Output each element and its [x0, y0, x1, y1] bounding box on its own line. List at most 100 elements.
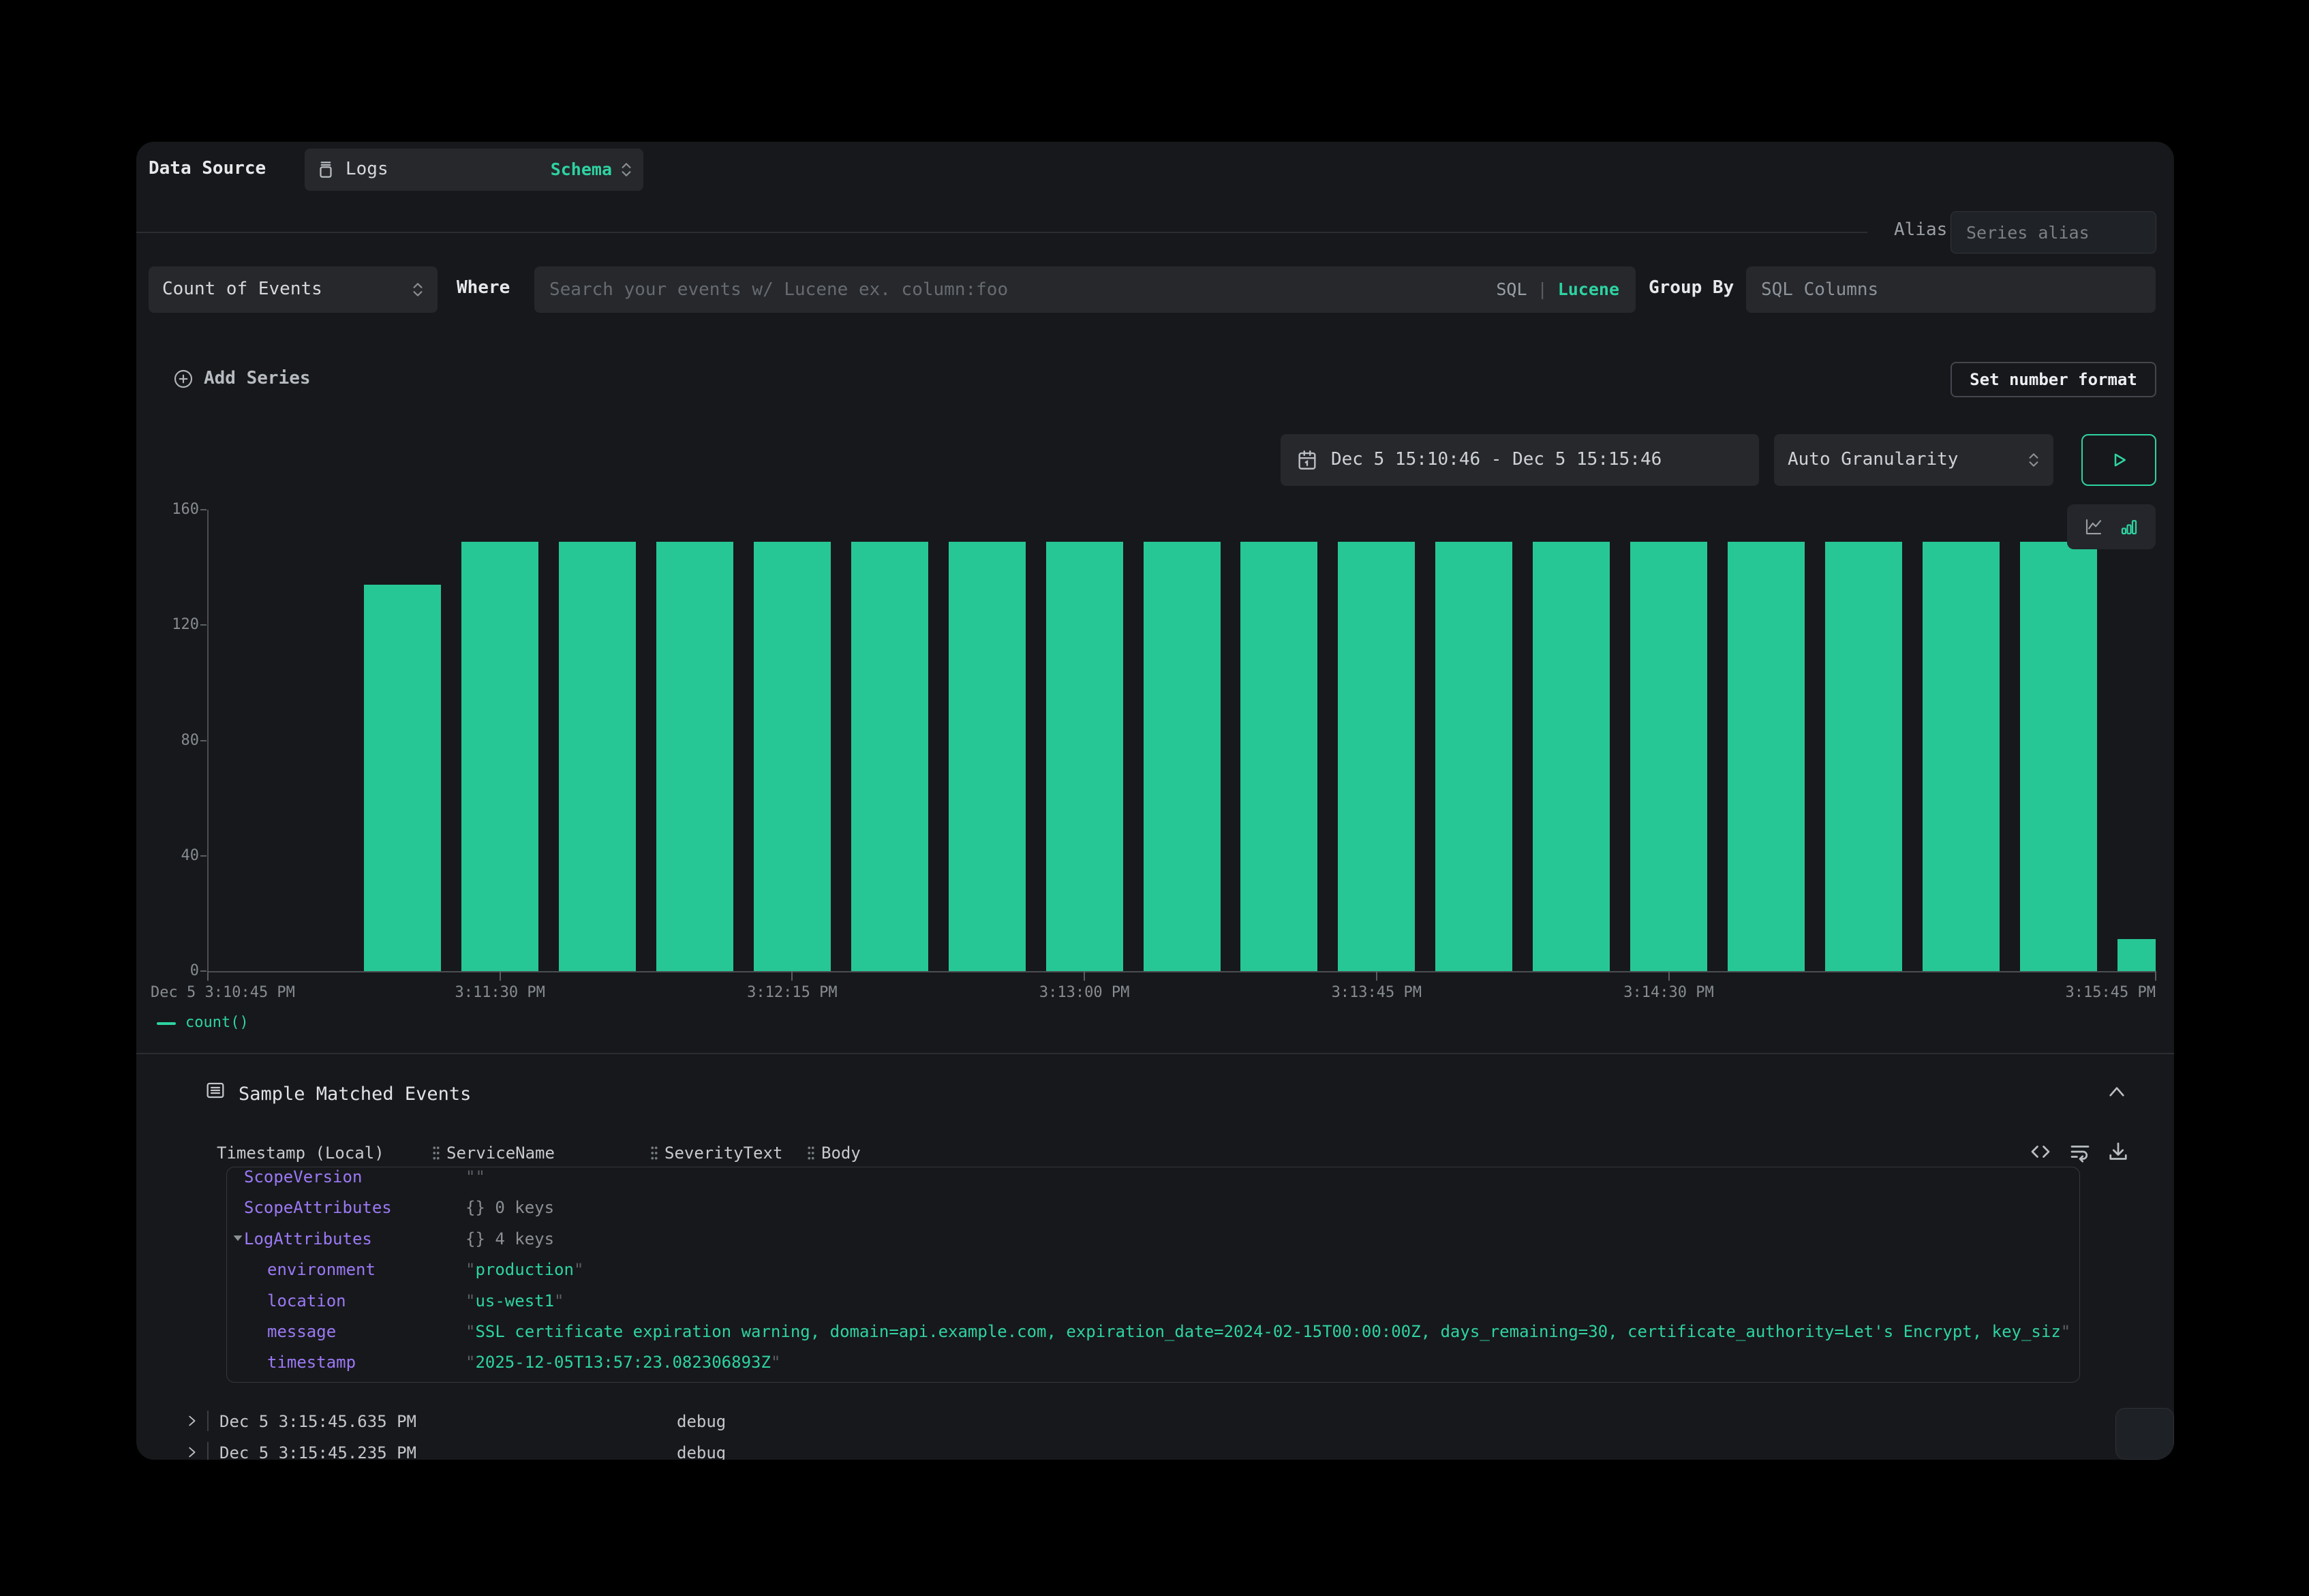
chart-bar: [754, 542, 831, 971]
chart-bar: [1240, 542, 1317, 971]
scrollbar-corner[interactable]: [2115, 1408, 2174, 1460]
y-axis-tick: [200, 509, 207, 510]
detail-field-row[interactable]: message "SSL certificate expiration warni…: [227, 1321, 2079, 1344]
alias-input[interactable]: [1951, 211, 2156, 254]
chart-bar: [1338, 542, 1415, 971]
detail-field-row[interactable]: ScopeVersion"": [227, 1167, 2079, 1189]
drag-handle-icon[interactable]: [431, 1145, 441, 1161]
granularity-select[interactable]: Auto Granularity: [1774, 434, 2053, 486]
column-header-body[interactable]: Body: [806, 1144, 861, 1163]
chart-bar: [656, 542, 733, 971]
column-header-servicename[interactable]: ServiceName: [431, 1144, 555, 1163]
run-query-button[interactable]: [2081, 434, 2156, 486]
group-by-input[interactable]: [1746, 266, 2156, 313]
detail-field-value: "SSL certificate expiration warning, dom…: [465, 1322, 2070, 1341]
x-axis-tick-label: 3:14:30 PM: [1526, 984, 1812, 1001]
chart-bar: [1923, 542, 2000, 971]
where-label: Where: [457, 277, 510, 298]
column-header-severitytext[interactable]: SeverityText: [649, 1144, 782, 1163]
add-series-button[interactable]: Add Series: [172, 368, 311, 390]
y-axis-tick: [200, 855, 207, 857]
add-series-label: Add Series: [204, 368, 311, 389]
detail-field-value: "2025-12-05T13:57:23.082306893Z": [465, 1353, 780, 1372]
detail-field-row[interactable]: environment"production": [227, 1259, 2079, 1282]
column-header-label: Timestamp (Local): [217, 1144, 384, 1163]
chart-bar: [1435, 542, 1512, 971]
data-source-value: Logs: [346, 159, 388, 180]
calendar-icon: [1296, 448, 1319, 472]
x-axis-tick: [1376, 971, 1377, 981]
code-icon[interactable]: [2028, 1139, 2053, 1164]
drag-handle-icon[interactable]: [649, 1145, 659, 1161]
y-axis-tick-label: 160: [144, 501, 199, 518]
chart-bar: [949, 542, 1026, 971]
event-timestamp: Dec 5 3:15:45.235 PM: [219, 1443, 416, 1460]
sql-toggle-label[interactable]: SQL: [1496, 279, 1527, 299]
expand-row-chevron-icon[interactable]: [184, 1412, 199, 1430]
collapse-section-button[interactable]: [2106, 1084, 2128, 1100]
y-axis-tick-label: 40: [144, 847, 199, 864]
column-header-label: Body: [821, 1144, 861, 1163]
caret-down-icon[interactable]: [234, 1236, 243, 1241]
y-axis-tick-label: 120: [144, 616, 199, 633]
event-row[interactable]: Dec 5 3:15:45.635 PMdebug: [136, 1409, 2174, 1434]
x-axis-tick: [500, 971, 501, 981]
detail-field-value: "": [465, 1167, 485, 1186]
search-input[interactable]: [534, 266, 1636, 313]
toggle-separator: |: [1538, 279, 1548, 299]
lucene-toggle-label[interactable]: Lucene: [1558, 279, 1619, 299]
detail-field-row[interactable]: ScopeAttributes{} 0 keys: [227, 1197, 2079, 1220]
plus-circle-icon: [172, 368, 194, 390]
detail-field-key: timestamp: [267, 1353, 356, 1372]
event-severity: debug: [677, 1443, 726, 1460]
x-axis-tick-label: 3:12:15 PM: [649, 984, 935, 1001]
data-source-schema-tag: Schema: [551, 159, 612, 180]
column-header-timestamp-local-[interactable]: Timestamp (Local): [217, 1144, 384, 1163]
x-axis-tick-label: 3:15:45 PM: [1869, 984, 2156, 1001]
y-axis-tick-label: 0: [144, 962, 199, 979]
drag-handle-icon[interactable]: [806, 1145, 816, 1161]
detail-field-row[interactable]: LogAttributes{} 4 keys: [227, 1228, 2079, 1251]
play-icon: [2109, 450, 2129, 470]
y-axis-tick: [200, 740, 207, 741]
aggregation-select[interactable]: Count of Events: [149, 266, 438, 313]
detail-field-value: "production": [465, 1260, 583, 1279]
database-icon: [316, 159, 336, 180]
line-chart-icon[interactable]: [2083, 517, 2104, 537]
detail-field-row[interactable]: location"us-west1": [227, 1290, 2079, 1313]
detail-field-row[interactable]: timestamp "2025-12-05T13:57:23.082306893Z…: [227, 1351, 2079, 1375]
data-source-label: Data Source: [149, 158, 266, 179]
query-language-toggle[interactable]: SQL | Lucene: [1496, 279, 1619, 300]
chart-bar: [1144, 542, 1221, 971]
time-range-picker[interactable]: Dec 5 15:10:46 - Dec 5 15:15:46: [1281, 434, 1759, 486]
x-axis-tick: [791, 971, 793, 981]
time-range-value: Dec 5 15:10:46 - Dec 5 15:15:46: [1331, 449, 1662, 470]
bar-chart-icon[interactable]: [2119, 517, 2139, 537]
legend-label: count(): [185, 1014, 249, 1032]
event-severity: debug: [677, 1412, 726, 1431]
set-number-format-button[interactable]: Set number format: [1951, 362, 2156, 397]
x-axis-tick: [207, 971, 209, 981]
x-axis-line: [208, 971, 2156, 972]
data-source-select[interactable]: Logs Schema: [305, 149, 643, 191]
chart-bar: [1533, 542, 1610, 971]
chart-bar: [364, 585, 441, 971]
chart-plot-area[interactable]: [208, 510, 2156, 971]
download-icon[interactable]: [2106, 1139, 2130, 1164]
chevron-up-icon: [2106, 1084, 2128, 1100]
sample-matched-events-title: Sample Matched Events: [239, 1084, 471, 1105]
expand-row-chevron-icon[interactable]: [184, 1443, 199, 1460]
x-axis-tick: [1084, 971, 1085, 981]
chart-bar: [1630, 542, 1707, 971]
row-severity-indicator: [207, 1411, 209, 1431]
y-axis-tick: [200, 970, 207, 972]
event-row[interactable]: Dec 5 3:15:45.235 PM debug: [136, 1441, 2174, 1460]
chart-bar: [2020, 542, 2097, 971]
chart-bar: [559, 542, 636, 971]
aggregation-value: Count of Events: [162, 279, 322, 300]
detail-field-key: message: [267, 1322, 336, 1341]
app-panel: Data Source Logs Schema Alias Count of E…: [136, 142, 2174, 1460]
x-axis-tick-label: 3:11:30 PM: [357, 984, 643, 1001]
wrap-text-icon[interactable]: [2068, 1139, 2092, 1164]
chevron-updown-icon: [412, 281, 424, 298]
